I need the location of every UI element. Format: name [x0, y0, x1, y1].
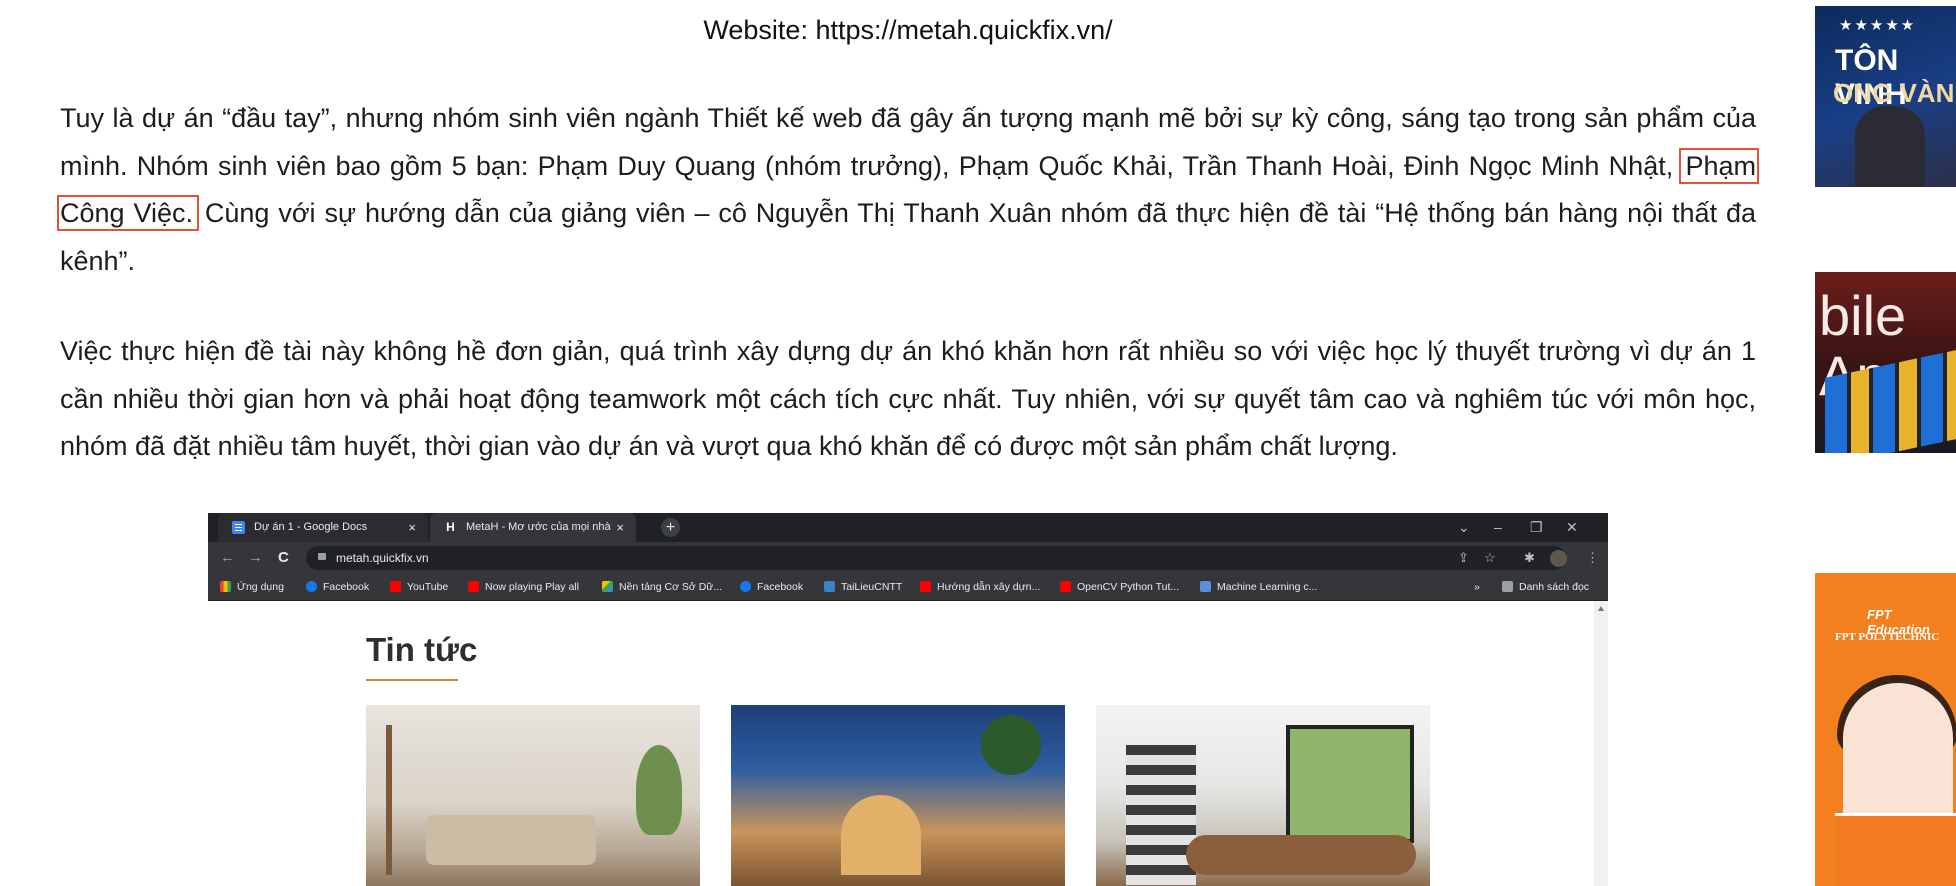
- browser-screenshot: Dự án 1 - Google Docs × H MetaH - Mơ ước…: [208, 513, 1608, 886]
- tab-label: Dự án 1 - Google Docs: [254, 521, 368, 533]
- reading-list-icon: [1502, 581, 1513, 592]
- thumbnail-subtitle: ONG VÀN: [1833, 78, 1955, 108]
- news-card-image: [366, 705, 700, 886]
- reload-icon: C: [278, 549, 289, 566]
- close-icon: ×: [616, 520, 624, 535]
- metah-icon: H: [446, 520, 455, 534]
- menu-icon: ⋮: [1586, 550, 1599, 565]
- docs-icon: [232, 521, 245, 534]
- scrollbar: [1594, 601, 1608, 886]
- webpage-content: Tin tức: [208, 601, 1608, 886]
- bookmark-label: TaiLieuCNTT: [841, 581, 903, 593]
- heading-underline: [366, 679, 458, 681]
- browser-toolbar: ← → C metah.quickfix.vn ⇪ ☆ ✱ ⋮: [208, 542, 1608, 574]
- bookmark-opencv: OpenCV Python Tut...: [1060, 574, 1179, 600]
- bookmark-label: Facebook: [323, 581, 370, 593]
- bookmark-now-playing: Now playing Play all: [468, 574, 579, 600]
- restore-icon: ❐: [1530, 519, 1543, 535]
- youtube-icon: [1060, 581, 1071, 592]
- bookmark-database: Nền tảng Cơ Sở Dữ...: [602, 574, 722, 600]
- school-name: FPT POLYTECHNIC: [1835, 631, 1940, 643]
- bookmark-tailieucntt: TaiLieuCNTT: [824, 574, 902, 600]
- extensions-icon: ✱: [1524, 550, 1535, 565]
- forward-icon: →: [248, 549, 263, 566]
- palm-shape: [981, 715, 1041, 775]
- drive-icon: [602, 581, 613, 592]
- lamp-shape: [386, 725, 392, 875]
- star-icon: ☆: [1484, 550, 1496, 565]
- close-icon: ×: [408, 520, 416, 535]
- youtube-icon: [390, 581, 401, 592]
- tab-bar: Dự án 1 - Google Docs × H MetaH - Mơ ước…: [208, 513, 1608, 542]
- paragraph-intro: Tuy là dự án “đầu tay”, nhưng nhóm sinh …: [57, 95, 1759, 285]
- bookmark-label: Now playing Play all: [485, 581, 579, 593]
- machine-learning-icon: [1200, 581, 1211, 592]
- stars-icon: ★★★★★: [1839, 17, 1917, 34]
- address-bar: metah.quickfix.vn: [306, 546, 1566, 570]
- tab-label: MetaH - Mơ ước của mọi nhà: [466, 521, 611, 533]
- tailieucntt-icon: [824, 581, 835, 592]
- reading-list-label: Danh sách đọc: [1519, 581, 1590, 593]
- news-card-image: [1096, 705, 1430, 886]
- paragraph-intro-text: Tuy là dự án “đầu tay”, nhưng nhóm sinh …: [60, 103, 1756, 181]
- share-icon: ⇪: [1458, 550, 1469, 565]
- tab-metah: H MetaH - Mơ ước của mọi nhà ×: [430, 513, 636, 542]
- website-line: Website: https://metah.quickfix.vn/: [703, 15, 1113, 45]
- curved-sofa-shape: [1186, 835, 1416, 875]
- bookmark-label: Nền tảng Cơ Sở Dữ...: [619, 581, 723, 593]
- reading-list: Danh sách đọc: [1502, 574, 1589, 600]
- stairs-shape: [1126, 745, 1196, 885]
- person-shape: [1855, 106, 1925, 187]
- bookmarks-more-icon: »: [1474, 581, 1480, 593]
- bookmark-label: YouTube: [407, 581, 449, 593]
- paragraph-intro-rest: Cùng với sự hướng dẫn của giảng viên – c…: [60, 198, 1756, 276]
- facebook-icon: [740, 581, 751, 592]
- sofa-shape: [426, 815, 596, 865]
- bookmark-label: Machine Learning c...: [1217, 581, 1318, 593]
- bookmark-label: OpenCV Python Tut...: [1077, 581, 1180, 593]
- bookmark-facebook: Facebook: [306, 574, 369, 600]
- facebook-icon: [306, 581, 317, 592]
- bookmarks-bar: Ứng dụng Facebook YouTube Now playing Pl…: [208, 574, 1608, 601]
- plant-shape: [636, 745, 682, 835]
- close-window-icon: ✕: [1566, 519, 1578, 535]
- bookmark-label: Hướng dẫn xây dựn...: [937, 581, 1041, 593]
- tab-google-docs: Dự án 1 - Google Docs ×: [218, 513, 428, 542]
- youtube-icon: [920, 581, 931, 592]
- minimize-icon: –: [1494, 519, 1502, 535]
- youtube-icon: [468, 581, 479, 592]
- window-shape: [1286, 725, 1414, 843]
- news-card-image: [731, 705, 1065, 886]
- bookmark-youtube: YouTube: [390, 574, 448, 600]
- bookmark-facebook-2: Facebook: [740, 574, 803, 600]
- avatar: [1550, 550, 1567, 567]
- new-tab-icon: +: [661, 518, 680, 537]
- back-icon: ←: [220, 549, 235, 566]
- bookmark-apps: Ứng dụng: [220, 574, 284, 600]
- sidebar-thumbnail-award[interactable]: ★★★★★ TÔN VINH ONG VÀN: [1815, 6, 1956, 187]
- news-heading: Tin tức: [366, 631, 478, 668]
- lock-icon: [318, 553, 326, 560]
- paragraph-process: Việc thực hiện đề tài này không hề đơn g…: [60, 336, 1756, 461]
- apps-icon: [220, 581, 231, 592]
- address-text: metah.quickfix.vn: [336, 551, 429, 565]
- shirt-shape: [1835, 813, 1956, 886]
- chevron-down-icon: ⌄: [1458, 519, 1470, 535]
- scroll-up-icon: [1598, 606, 1604, 611]
- bookmark-label: Facebook: [757, 581, 804, 593]
- bookmark-huong-dan: Hướng dẫn xây dựn...: [920, 574, 1040, 600]
- bookmark-machine-learning: Machine Learning c...: [1200, 574, 1317, 600]
- sidebar-thumbnail-fpt[interactable]: FPT Education FPT POLYTECHNIC: [1815, 573, 1956, 886]
- bookmark-label: Ứng dụng: [237, 581, 284, 593]
- sidebar-thumbnail-mobile-app[interactable]: bile Ap: [1815, 272, 1956, 453]
- arch-shape: [841, 795, 921, 875]
